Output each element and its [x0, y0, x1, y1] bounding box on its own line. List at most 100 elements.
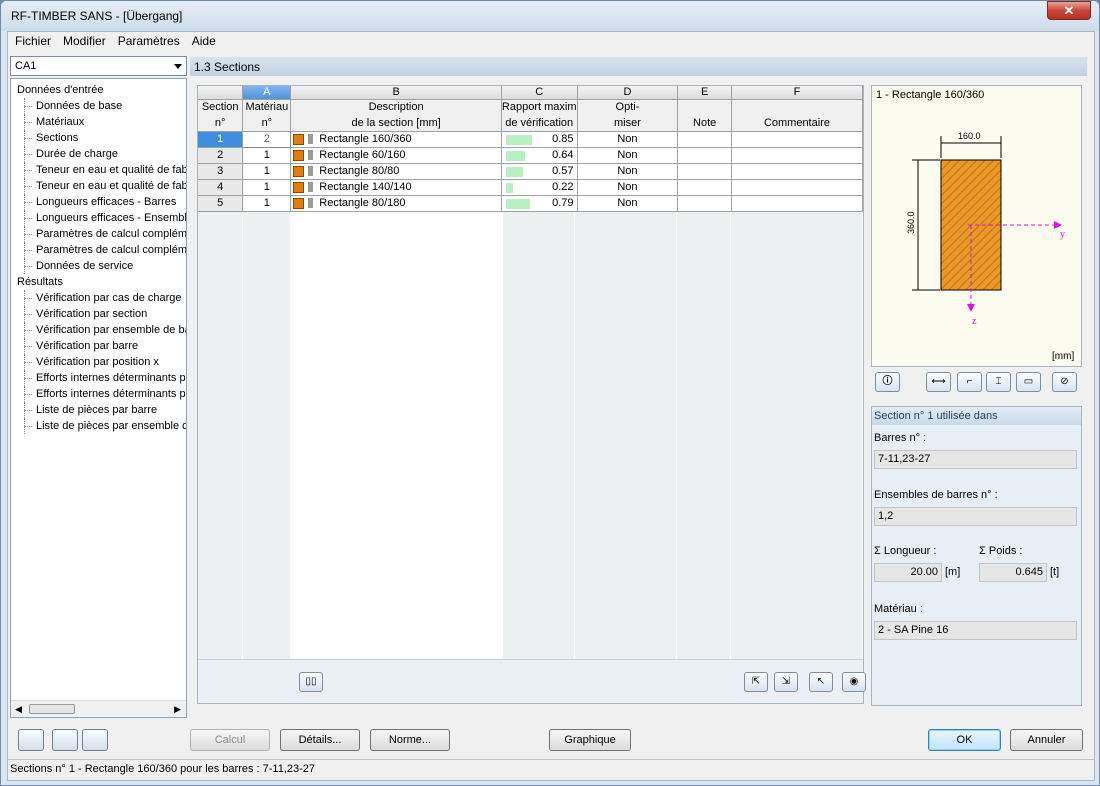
- tree-item[interactable]: Vérification par cas de charge: [11, 290, 186, 306]
- description-cell[interactable]: Rectangle 80/180: [290, 195, 502, 212]
- barres-label: Barres n° :: [874, 432, 927, 444]
- tree-item[interactable]: Vérification par position x: [11, 354, 186, 370]
- tree-item[interactable]: Liste de pièces par ensemble de: [11, 418, 186, 434]
- row-number[interactable]: 1: [198, 131, 244, 148]
- tree-item[interactable]: Durée de charge: [11, 146, 186, 162]
- menu-aide[interactable]: Aide: [187, 32, 221, 48]
- library-icon[interactable]: ▯▯: [299, 672, 323, 692]
- zoom-reset-icon[interactable]: ⊘: [1052, 372, 1077, 392]
- description-cell[interactable]: Rectangle 140/140: [290, 179, 502, 196]
- export-excel-icon[interactable]: ⇱: [744, 672, 768, 692]
- menu-parametres[interactable]: Paramètres: [113, 32, 185, 48]
- info-icon[interactable]: ⓘ: [875, 372, 900, 392]
- help-icon[interactable]: [18, 729, 44, 751]
- tree-item[interactable]: Longueurs efficaces - Barres: [11, 194, 186, 210]
- optimize-cell[interactable]: Non: [577, 195, 679, 212]
- graphique-button[interactable]: Graphique: [549, 729, 631, 751]
- column-letter[interactable]: B: [290, 86, 502, 100]
- tree-root-results[interactable]: Résultats: [11, 274, 186, 290]
- tree-item[interactable]: Données de base: [11, 98, 186, 114]
- ratio-cell[interactable]: 0.64: [501, 147, 578, 164]
- scroll-right-icon[interactable]: ▶: [174, 704, 181, 715]
- tree-item[interactable]: Liste de pièces par barre: [11, 402, 186, 418]
- tree-item[interactable]: Sections: [11, 130, 186, 146]
- tree-item[interactable]: Données de service: [11, 258, 186, 274]
- column-letter[interactable]: F: [731, 86, 864, 100]
- note-cell[interactable]: [677, 147, 732, 164]
- pick-cursor-icon[interactable]: ↖: [809, 672, 833, 692]
- note-cell[interactable]: [677, 163, 732, 180]
- numbering-icon[interactable]: ▭: [1016, 372, 1041, 392]
- next-icon[interactable]: [82, 729, 108, 751]
- ratio-cell[interactable]: 0.57: [501, 163, 578, 180]
- material-no-cell[interactable]: 1: [242, 179, 292, 196]
- column-letter[interactable]: C: [501, 86, 578, 100]
- close-window-button[interactable]: ✕: [1047, 1, 1091, 20]
- material-no-cell[interactable]: 2: [242, 130, 292, 148]
- comment-cell[interactable]: [731, 147, 864, 164]
- tree-item[interactable]: Longueurs efficaces - Ensemble: [11, 210, 186, 226]
- comment-cell[interactable]: [731, 131, 864, 148]
- column-letter[interactable]: E: [677, 86, 732, 100]
- tree-root-input[interactable]: Données d'entrée: [11, 82, 186, 98]
- optimize-cell[interactable]: Non: [577, 163, 679, 180]
- table-row[interactable]: 1 2 Rectangle 160/360 0.85 Non: [198, 130, 864, 148]
- import-excel-icon[interactable]: ⇲: [774, 672, 798, 692]
- material-no-cell[interactable]: 1: [242, 147, 292, 164]
- ok-button[interactable]: OK: [928, 729, 1001, 751]
- menu-bar: Fichier Modifier Paramètres Aide: [8, 32, 1094, 51]
- optimize-cell[interactable]: Non: [577, 179, 679, 196]
- annuler-button[interactable]: Annuler: [1010, 729, 1083, 751]
- comment-cell[interactable]: [731, 179, 864, 196]
- tree-item[interactable]: Vérification par section: [11, 306, 186, 322]
- column-letter[interactable]: A: [242, 86, 292, 100]
- axes-icon[interactable]: ⌐: [957, 372, 982, 392]
- material-no-cell[interactable]: 1: [242, 195, 292, 212]
- column-letter[interactable]: D: [577, 86, 679, 100]
- material-no-cell[interactable]: 1: [242, 163, 292, 180]
- tree-item[interactable]: Vérification par ensemble de ba: [11, 322, 186, 338]
- optimize-cell[interactable]: Non: [577, 131, 679, 148]
- table-row[interactable]: 4 1 Rectangle 140/140 0.22 Non: [198, 179, 864, 196]
- note-cell[interactable]: [677, 131, 732, 148]
- ratio-cell[interactable]: 0.79: [501, 195, 578, 212]
- dimension-icon[interactable]: ⟷: [926, 372, 951, 392]
- optimize-cell[interactable]: Non: [577, 147, 679, 164]
- description-cell[interactable]: Rectangle 160/360: [290, 131, 502, 148]
- ratio-cell[interactable]: 0.22: [501, 179, 578, 196]
- note-cell[interactable]: [677, 179, 732, 196]
- row-number[interactable]: 5: [198, 195, 244, 212]
- norme-button[interactable]: Norme...: [370, 729, 450, 751]
- tree-item[interactable]: Matériaux: [11, 114, 186, 130]
- note-cell[interactable]: [677, 195, 732, 212]
- case-select[interactable]: CA1: [10, 56, 187, 76]
- tree-item[interactable]: Teneur en eau et qualité de fab: [11, 178, 186, 194]
- navigator-scrollbar[interactable]: ◀ ▶: [11, 700, 186, 717]
- ratio-cell[interactable]: 0.85: [501, 131, 578, 148]
- table-row[interactable]: 2 1 Rectangle 60/160 0.64 Non: [198, 147, 864, 164]
- row-number[interactable]: 2: [198, 147, 244, 164]
- row-number[interactable]: 3: [198, 163, 244, 180]
- tree-item[interactable]: Efforts internes déterminants p: [11, 386, 186, 402]
- tree-item[interactable]: Paramètres de calcul compléme: [11, 226, 186, 242]
- comment-cell[interactable]: [731, 163, 864, 180]
- row-number[interactable]: 4: [198, 179, 244, 196]
- tree-item[interactable]: Vérification par barre: [11, 338, 186, 354]
- description-cell[interactable]: Rectangle 60/160: [290, 147, 502, 164]
- tree-item[interactable]: Efforts internes déterminants p: [11, 370, 186, 386]
- details-button[interactable]: Détails...: [280, 729, 360, 751]
- tree-item[interactable]: Teneur en eau et qualité de fab: [11, 162, 186, 178]
- calcul-button[interactable]: Calcul: [190, 729, 270, 751]
- scroll-left-icon[interactable]: ◀: [15, 704, 22, 715]
- comment-cell[interactable]: [731, 195, 864, 212]
- menu-modifier[interactable]: Modifier: [58, 32, 111, 48]
- menu-fichier[interactable]: Fichier: [10, 32, 56, 48]
- table-row[interactable]: 5 1 Rectangle 80/180 0.79 Non: [198, 195, 864, 212]
- description-cell[interactable]: Rectangle 80/80: [290, 163, 502, 180]
- dimension-lines-icon[interactable]: ⌶: [986, 372, 1011, 392]
- previous-icon[interactable]: [52, 729, 78, 751]
- scroll-thumb[interactable]: [29, 704, 75, 714]
- view-eye-icon[interactable]: ◉: [842, 672, 866, 692]
- table-row[interactable]: 3 1 Rectangle 80/80 0.57 Non: [198, 163, 864, 180]
- tree-item[interactable]: Paramètres de calcul compléme: [11, 242, 186, 258]
